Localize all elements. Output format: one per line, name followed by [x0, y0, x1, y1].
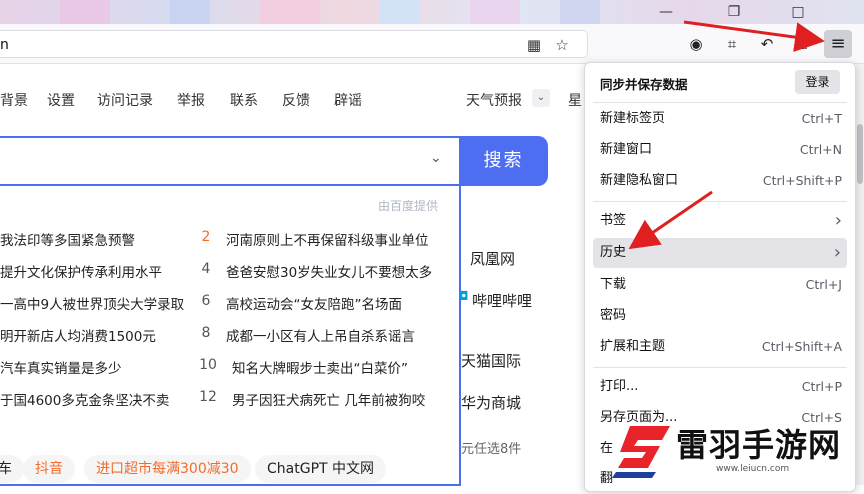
extensions-icon[interactable]: ⧉ [790, 33, 814, 55]
menu-print[interactable]: 打印... Ctrl+P [586, 372, 854, 402]
qr-code-icon[interactable]: ▦ [524, 35, 544, 55]
hot-item[interactable]: 知名大牌暇步士卖出“白菜价” [232, 357, 408, 377]
tag[interactable]: ChatGPT 中文网 [255, 455, 387, 483]
weather-extra: 星 [568, 93, 582, 109]
chevron-down-icon[interactable]: ⌄ [430, 150, 442, 166]
hot-item[interactable]: 于国4600多克金条坚决不卖 [0, 389, 169, 409]
watermark-text: 雷羽手游网 [676, 426, 842, 464]
undo-icon[interactable]: ↶ [755, 33, 779, 55]
side-link[interactable]: 哔哩哔哩 [472, 290, 532, 311]
hot-rank: 8 [201, 325, 211, 341]
tag[interactable]: 进口超市每满300减30 [84, 455, 251, 483]
chevron-down-icon[interactable]: ⌄ [532, 89, 550, 107]
side-link[interactable]: 华为商城 [461, 392, 521, 413]
close-window-icon[interactable]: □ [784, 0, 812, 24]
screenshot-icon[interactable]: ⌗ [720, 33, 744, 55]
nav-rumor[interactable]: 辟谣 [334, 90, 362, 110]
watermark: 雷羽手游网 www.leiucn.com [608, 416, 864, 485]
hot-item[interactable]: 爸爸安慰30岁失业女儿不要想太多 [226, 261, 432, 281]
menu-button[interactable]: ≡ [824, 30, 852, 58]
hot-item[interactable]: 一高中9人被世界顶尖大学录取 [0, 293, 184, 313]
menu-bookmarks[interactable]: 书签 › [586, 206, 854, 236]
hot-item[interactable]: 我法印等多国紧急预警 [0, 229, 135, 249]
url-text: n [0, 37, 9, 53]
menu-new-private-window[interactable]: 新建隐私窗口 Ctrl+Shift+P [586, 166, 854, 196]
scroll-thumb[interactable] [857, 124, 863, 184]
hot-rank: 12 [199, 389, 217, 405]
hot-item[interactable]: 成都一小区有人上吊自杀系谣言 [226, 325, 415, 345]
side-link[interactable]: 凤凰网 [470, 248, 515, 269]
search-button[interactable]: 搜索 [459, 136, 548, 186]
sync-title: 同步并保存数据 [600, 77, 688, 92]
nav-settings[interactable]: 设置 [47, 90, 75, 110]
menu-passwords[interactable]: 密码 [586, 301, 854, 331]
side-link[interactable]: 天猫国际 [461, 350, 521, 371]
menu-addons[interactable]: 扩展和主题 Ctrl+Shift+A [586, 332, 854, 362]
menu-new-tab[interactable]: 新建标签页 Ctrl+T [586, 104, 854, 134]
nav-history[interactable]: 访问记录 [97, 90, 153, 110]
watermark-logo-icon [612, 426, 670, 478]
hot-item[interactable]: 明开新店人均消费1500元 [0, 325, 156, 345]
bookmark-star-icon[interactable]: ☆ [552, 35, 572, 55]
menu-new-window[interactable]: 新建窗口 Ctrl+N [586, 135, 854, 165]
login-button[interactable]: 登录 [795, 70, 840, 94]
weather-link[interactable]: 天气预报 [466, 90, 522, 110]
hot-item[interactable]: 汽车真实销量是多少 [0, 357, 122, 377]
chevron-right-icon: › [833, 242, 841, 263]
chevron-right-icon: › [834, 210, 842, 231]
minimize-icon[interactable]: — [652, 0, 680, 24]
hot-item[interactable]: 高校运动会“女友陪跑”名场面 [226, 293, 402, 313]
menu-downloads[interactable]: 下载 Ctrl+J [586, 270, 854, 300]
nav-report[interactable]: 举报 [177, 90, 205, 110]
hot-rank: 4 [201, 261, 211, 277]
hot-rank: 10 [199, 357, 217, 373]
provided-by: 由百度提供 [378, 199, 439, 213]
bilibili-icon: ◘ [459, 289, 469, 303]
hot-item[interactable]: 提升文化保护传承利用水平 [0, 261, 162, 281]
hot-item[interactable]: 河南原则上不再保留科级事业单位 [226, 229, 429, 249]
nav-feedback[interactable]: 反馈 [282, 90, 310, 110]
side-link[interactable]: 元任选8件 [461, 438, 521, 457]
restore-icon[interactable]: ❐ [720, 0, 748, 24]
hamburger-icon: ≡ [830, 33, 846, 54]
hot-rank: 2 [201, 229, 211, 245]
tag[interactable]: 抖音 [23, 455, 75, 483]
nav-contact[interactable]: 联系 [230, 90, 258, 110]
address-bar[interactable]: n ▦ ☆ [0, 30, 588, 58]
hot-item[interactable]: 男子因狂犬病死亡 几年前被狗咬 [232, 389, 425, 409]
watermark-url: www.leiucn.com [716, 464, 790, 474]
search-input[interactable] [0, 136, 459, 186]
account-icon[interactable]: ◉ [684, 33, 708, 55]
nav-background[interactable]: 背景 [0, 90, 28, 110]
hot-rank: 6 [201, 293, 211, 309]
menu-history[interactable]: 历史 › [593, 238, 847, 268]
